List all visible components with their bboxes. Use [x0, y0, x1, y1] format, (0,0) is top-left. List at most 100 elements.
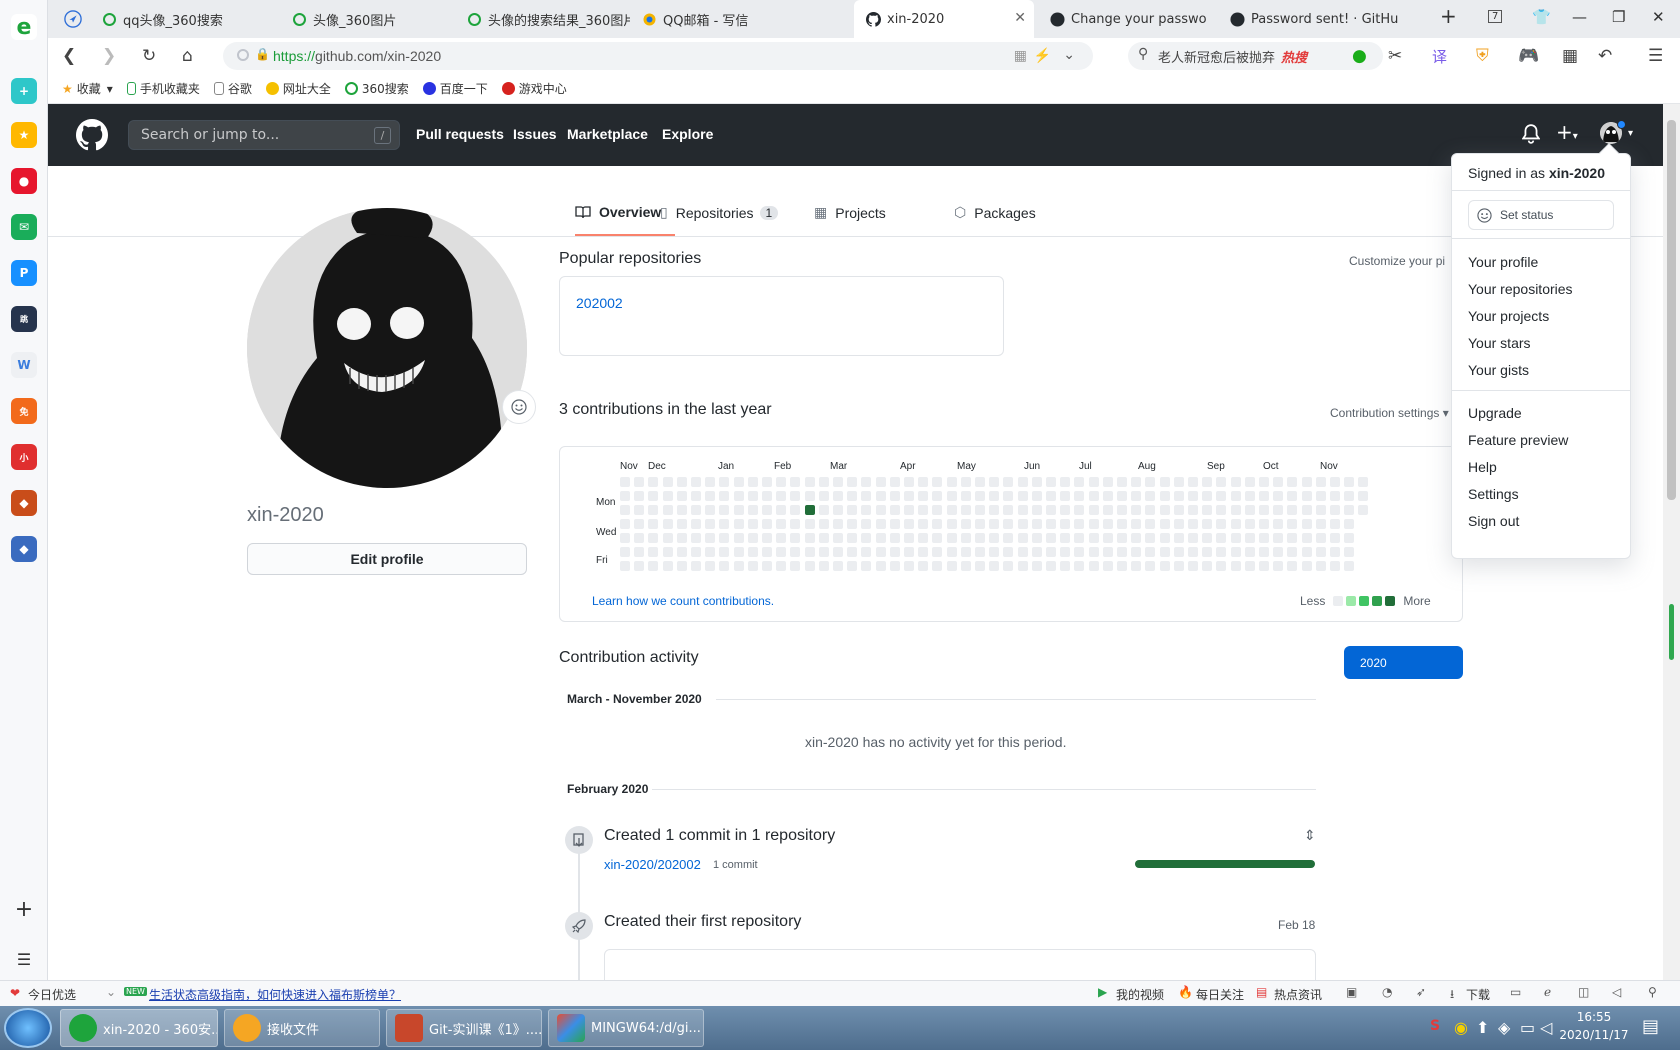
shirt-skin-icon[interactable]: 👕 — [1532, 8, 1551, 26]
daily-follow-link[interactable]: 每日关注 — [1196, 986, 1244, 1003]
contribution-day[interactable] — [1003, 505, 1014, 515]
contribution-day[interactable] — [1145, 505, 1156, 515]
contribution-day[interactable] — [1202, 533, 1213, 543]
contribution-day[interactable] — [634, 561, 645, 571]
contribution-day[interactable] — [676, 519, 687, 529]
contribution-day[interactable] — [1088, 547, 1099, 557]
contribution-day[interactable] — [747, 533, 758, 543]
contribution-day[interactable] — [975, 477, 985, 487]
contribution-day[interactable] — [1202, 505, 1213, 515]
add-icon[interactable]: + — [11, 896, 37, 922]
contribution-day[interactable] — [1145, 561, 1156, 571]
weibo-icon[interactable]: ● — [11, 168, 37, 194]
undo-icon[interactable]: ↶ — [1598, 46, 1612, 66]
contribution-day[interactable] — [1173, 547, 1184, 557]
download-icon[interactable]: ⭳ — [1450, 985, 1454, 1006]
contribution-day[interactable] — [932, 561, 943, 571]
contribution-day[interactable] — [747, 505, 758, 515]
contribution-day[interactable] — [1358, 491, 1369, 501]
contribution-day[interactable] — [1131, 477, 1142, 487]
contribution-day[interactable] — [1046, 477, 1056, 487]
contribution-day[interactable] — [804, 561, 815, 571]
contribution-day[interactable] — [918, 505, 929, 515]
bookmark-google[interactable]: 谷歌 — [213, 80, 252, 97]
contribution-day[interactable] — [1188, 533, 1198, 543]
contribution-day[interactable] — [1287, 505, 1298, 515]
contribution-day[interactable] — [904, 519, 914, 529]
contribution-day[interactable] — [818, 561, 829, 571]
learn-contributions-link[interactable]: Learn how we count contributions. — [592, 594, 774, 608]
contribution-day[interactable] — [847, 533, 858, 543]
contribution-day[interactable] — [1244, 561, 1255, 571]
contribution-day[interactable] — [918, 491, 929, 501]
contribution-day[interactable] — [733, 547, 744, 557]
contribution-day[interactable] — [889, 505, 900, 515]
contribution-day[interactable] — [904, 561, 914, 571]
contribution-day[interactable] — [1230, 547, 1241, 557]
contribution-day[interactable] — [1145, 477, 1156, 487]
contribution-day[interactable] — [1046, 505, 1056, 515]
contribution-day[interactable] — [1017, 505, 1028, 515]
contribution-day[interactable] — [975, 533, 985, 543]
contribution-day[interactable] — [904, 505, 914, 515]
contribution-day[interactable] — [875, 505, 886, 515]
contribution-day[interactable] — [1003, 477, 1014, 487]
contribution-day[interactable] — [1259, 533, 1269, 543]
contribution-day[interactable] — [1216, 491, 1227, 501]
bell-icon[interactable] — [1522, 124, 1540, 144]
contribution-day[interactable] — [1301, 561, 1312, 571]
translate-icon[interactable]: 译 — [1432, 46, 1447, 67]
contribution-day[interactable] — [975, 491, 985, 501]
contribution-day[interactable] — [662, 505, 673, 515]
tab-2[interactable]: 头像_360图片 — [280, 0, 455, 38]
contribution-day[interactable] — [719, 533, 730, 543]
contribution-day[interactable] — [1173, 491, 1184, 501]
contribution-day[interactable] — [932, 547, 943, 557]
contribution-day[interactable] — [946, 547, 957, 557]
menu-your-stars[interactable]: Your stars — [1468, 335, 1531, 351]
menu-help[interactable]: Help — [1468, 459, 1497, 475]
contribution-day[interactable] — [1216, 477, 1227, 487]
contribution-day[interactable] — [705, 547, 716, 557]
contribution-day[interactable] — [1145, 519, 1156, 529]
contribution-day[interactable] — [1046, 547, 1056, 557]
contribution-day[interactable] — [648, 491, 659, 501]
contribution-day[interactable] — [975, 561, 985, 571]
contribution-day[interactable] — [1159, 547, 1170, 557]
contribution-day[interactable] — [1074, 491, 1085, 501]
contribution-day[interactable] — [1060, 477, 1071, 487]
p-app-icon[interactable]: P — [11, 260, 37, 286]
contribution-day[interactable] — [975, 519, 985, 529]
contribution-day[interactable] — [676, 561, 687, 571]
taskbar-app-git[interactable]: MINGW64:/d/gi... — [548, 1009, 704, 1047]
contribution-day[interactable] — [904, 547, 914, 557]
menu-sign-out[interactable]: Sign out — [1468, 513, 1519, 529]
contribution-day[interactable] — [733, 505, 744, 515]
contribution-day[interactable] — [762, 561, 772, 571]
speed-bolt-icon[interactable]: ⚡ — [1034, 47, 1051, 64]
contribution-day[interactable] — [1046, 519, 1056, 529]
start-button-icon[interactable] — [4, 1008, 52, 1048]
contribution-day[interactable] — [989, 505, 1000, 515]
contribution-day[interactable] — [1330, 505, 1340, 515]
contribution-day[interactable] — [719, 477, 730, 487]
repo-link[interactable]: 202002 — [576, 295, 623, 311]
contribution-day[interactable] — [804, 505, 815, 515]
nav-explore[interactable]: Explore — [662, 126, 713, 142]
contribution-day[interactable] — [918, 519, 929, 529]
contribution-day[interactable] — [747, 519, 758, 529]
contribution-day[interactable] — [1315, 533, 1326, 543]
contribution-day[interactable] — [776, 519, 787, 529]
contribution-day[interactable] — [861, 561, 872, 571]
contribution-day[interactable] — [1344, 505, 1355, 515]
menu-your-projects[interactable]: Your projects — [1468, 308, 1549, 324]
menu-settings[interactable]: Settings — [1468, 486, 1519, 502]
contribution-day[interactable] — [1301, 491, 1312, 501]
tray-icon-3[interactable]: ◈ — [1498, 1018, 1510, 1037]
contribution-day[interactable] — [662, 561, 673, 571]
contribution-day[interactable] — [1031, 561, 1042, 571]
contribution-day[interactable] — [1244, 477, 1255, 487]
daily-picks-label[interactable]: 今日优选 — [28, 986, 76, 1003]
qr-icon[interactable]: ▦ — [1014, 47, 1027, 64]
search-icon[interactable]: ⚲ — [1648, 985, 1657, 999]
